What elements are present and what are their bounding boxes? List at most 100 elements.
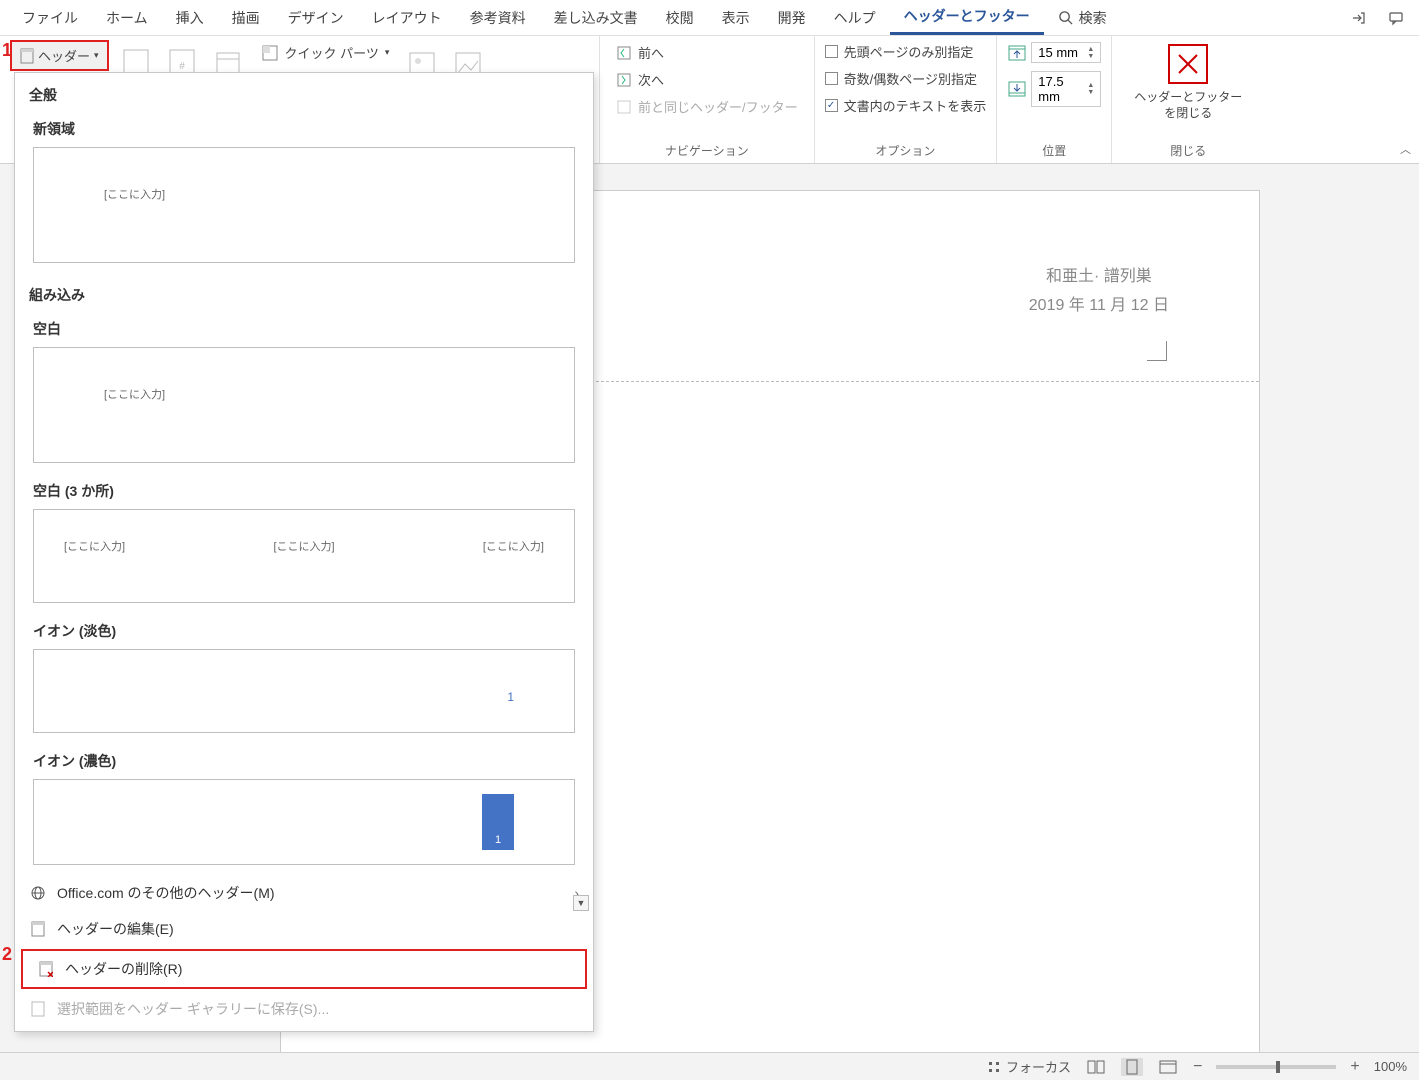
placeholder-text: [ここに入力] — [104, 186, 165, 202]
position-group-label: 位置 — [1007, 140, 1101, 161]
dd-section-general: 全般 — [15, 73, 593, 111]
close-group-label: 閉じる — [1122, 140, 1254, 161]
zoom-value[interactable]: 100% — [1374, 1059, 1407, 1074]
search-label: 検索 — [1079, 8, 1107, 28]
page-icon — [20, 48, 34, 64]
header-right-block[interactable]: 和亜土· 譜列巣 2019 年 11 月 12 日 — [1029, 263, 1169, 321]
remove-header[interactable]: ヘッダーの削除(R) — [21, 949, 587, 989]
navigation-group-label: ナビゲーション — [610, 140, 804, 161]
web-layout-icon[interactable] — [1157, 1058, 1179, 1076]
share-icon[interactable] — [1343, 3, 1373, 33]
checkbox-icon — [825, 72, 838, 85]
odd-even-label: 奇数/偶数ページ別指定 — [844, 69, 977, 88]
zoom-out-button[interactable]: − — [1193, 1058, 1202, 1076]
dd-preview-ion-dark[interactable]: 1 — [33, 779, 575, 865]
placeholder-text: [ここに入力] — [104, 386, 165, 402]
show-text-checkbox[interactable]: ✓ 文書内のテキストを表示 — [825, 94, 987, 117]
dd-item-blank3[interactable]: 空白 (3 か所) — [15, 473, 593, 505]
link-previous-button: 前と同じヘッダー/フッター — [610, 94, 804, 119]
checkbox-icon — [825, 45, 838, 58]
svg-text:#: # — [179, 61, 185, 72]
prev-button[interactable]: 前へ — [610, 40, 670, 65]
zoom-in-button[interactable]: + — [1350, 1058, 1359, 1076]
tab-mailings[interactable]: 差し込み文書 — [540, 2, 652, 34]
dd-preview-ion-light[interactable]: 1 — [33, 649, 575, 733]
status-bar: フォーカス − + 100% — [0, 1052, 1419, 1080]
odd-even-checkbox[interactable]: 奇数/偶数ページ別指定 — [825, 67, 977, 90]
header-dropdown-button[interactable]: ヘッダー ▾ — [10, 40, 109, 71]
globe-icon — [29, 884, 47, 902]
tab-review[interactable]: 校閲 — [652, 2, 708, 34]
author-text: 和亜土· 譜列巣 — [1029, 263, 1169, 292]
position-group: 15 mm ▲▼ 17.5 mm▲▼ 位置 — [997, 36, 1112, 163]
link-previous-label: 前と同じヘッダー/フッター — [638, 97, 798, 116]
footer-from-bottom-input[interactable]: 17.5 mm▲▼ — [1007, 69, 1101, 109]
close-header-footer-button[interactable]: ヘッダーとフッター を閉じる — [1122, 40, 1254, 125]
tab-help[interactable]: ヘルプ — [820, 2, 890, 34]
tab-file[interactable]: ファイル — [8, 2, 92, 34]
focus-mode-button[interactable]: フォーカス — [986, 1057, 1071, 1076]
spinner-icon[interactable]: ▲▼ — [1087, 46, 1094, 60]
edit-header[interactable]: ヘッダーの編集(E) — [15, 911, 593, 947]
options-group: 先頭ページのみ別指定 奇数/偶数ページ別指定 ✓ 文書内のテキストを表示 オプシ… — [815, 36, 998, 163]
prev-label: 前へ — [638, 43, 664, 62]
quick-parts-button[interactable]: クイック パーツ ▾ — [255, 40, 396, 65]
tab-design[interactable]: デザイン — [274, 2, 358, 34]
chevron-down-icon: ▾ — [94, 50, 99, 61]
save-icon — [29, 1000, 47, 1018]
comments-icon[interactable] — [1381, 3, 1411, 33]
close-icon — [1168, 44, 1208, 84]
dd-item-blank[interactable]: 空白 — [15, 311, 593, 343]
header-from-top-input[interactable]: 15 mm ▲▼ — [1007, 40, 1101, 65]
page-icon — [29, 920, 47, 938]
search-tab[interactable]: 検索 — [1044, 2, 1121, 34]
dd-preview-blank[interactable]: [ここに入力] — [33, 347, 575, 463]
tab-header-footer[interactable]: ヘッダーとフッター — [890, 0, 1044, 35]
header-btn-label: ヘッダー — [38, 46, 90, 65]
scroll-down-icon[interactable]: ▼ — [573, 895, 589, 911]
options-group-label: オプション — [825, 140, 987, 161]
tab-references[interactable]: 参考資料 — [456, 2, 540, 34]
more-office-label: Office.com のその他のヘッダー(M) — [57, 883, 275, 903]
spinner-icon[interactable]: ▲▼ — [1087, 82, 1094, 96]
edit-header-label: ヘッダーの編集(E) — [57, 919, 174, 939]
dd-preview-blank3[interactable]: [ここに入力] [ここに入力] [ここに入力] — [33, 509, 575, 603]
dd-item-ion-light[interactable]: イオン (淡色) — [15, 613, 593, 645]
chevron-down-icon: ▾ — [385, 47, 390, 58]
tab-view[interactable]: 表示 — [708, 2, 764, 34]
next-button[interactable]: 次へ — [610, 67, 670, 92]
save-selection-to-gallery: 選択範囲をヘッダー ギャラリーに保存(S)... — [15, 991, 593, 1027]
navigation-group: 前へ 次へ 前と同じヘッダー/フッター ナビゲーション — [600, 36, 815, 163]
tab-home[interactable]: ホーム — [92, 2, 162, 34]
placeholder-text: [ここに入力] — [64, 538, 125, 554]
read-mode-icon[interactable] — [1085, 1058, 1107, 1076]
more-office-headers[interactable]: Office.com のその他のヘッダー(M) › — [15, 875, 593, 911]
page-delete-icon — [37, 960, 55, 978]
margin-mark — [1147, 341, 1167, 361]
checkbox-checked-icon: ✓ — [825, 99, 838, 112]
header-gallery-dropdown: 全般 新領域 [ここに入力] 組み込み 空白 [ここに入力] 空白 (3 か所)… — [14, 72, 594, 1032]
dd-item-ion-dark[interactable]: イオン (濃色) — [15, 743, 593, 775]
placeholder-text: [ここに入力] — [273, 538, 334, 554]
tab-draw[interactable]: 描画 — [218, 2, 274, 34]
close-label: ヘッダーとフッター を閉じる — [1134, 90, 1242, 121]
first-page-label: 先頭ページのみ別指定 — [844, 42, 974, 61]
top-value: 15 mm — [1038, 45, 1078, 60]
tab-layout[interactable]: レイアウト — [358, 2, 456, 34]
dd-item-newarea[interactable]: 新領域 — [15, 111, 593, 143]
show-text-label: 文書内のテキストを表示 — [844, 96, 987, 115]
tab-insert[interactable]: 挿入 — [162, 2, 218, 34]
close-group: ヘッダーとフッター を閉じる 閉じる — [1112, 36, 1264, 163]
tab-developer[interactable]: 開発 — [764, 2, 820, 34]
print-layout-icon[interactable] — [1121, 1058, 1143, 1076]
annotation-2: 2 — [2, 944, 12, 965]
date-text: 2019 年 11 月 12 日 — [1029, 292, 1169, 321]
slider-thumb[interactable] — [1276, 1061, 1280, 1073]
ion-dark-block: 1 — [482, 794, 514, 850]
zoom-slider[interactable] — [1216, 1065, 1336, 1069]
remove-header-label: ヘッダーの削除(R) — [65, 959, 182, 979]
next-label: 次へ — [638, 70, 664, 89]
first-page-checkbox[interactable]: 先頭ページのみ別指定 — [825, 40, 974, 63]
collapse-ribbon-icon[interactable]: ︿ — [1400, 141, 1411, 157]
dd-preview-newarea[interactable]: [ここに入力] — [33, 147, 575, 263]
